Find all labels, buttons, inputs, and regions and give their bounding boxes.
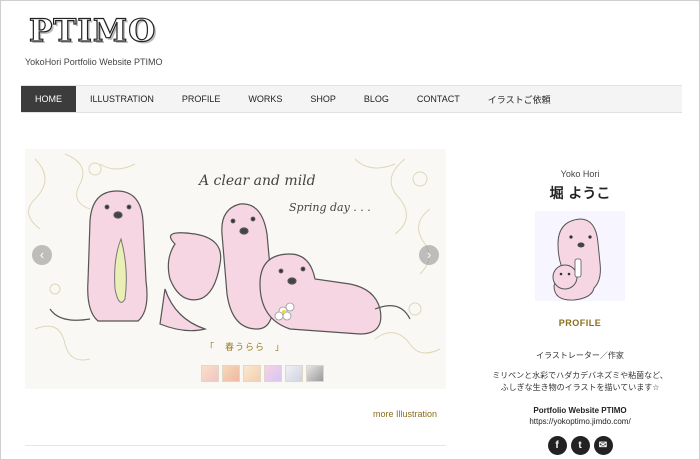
- chevron-left-icon: ‹: [39, 247, 45, 262]
- social-links: f t ✉: [485, 436, 675, 455]
- slide-text-line1: A clear and mild: [199, 173, 316, 189]
- site-url-link[interactable]: https://yokoptimo.jimdo.com/: [485, 417, 675, 426]
- main-nav: HOME ILLUSTRATION PROFILE WORKS SHOP BLO…: [21, 85, 682, 113]
- more-illustration-link[interactable]: more Illustration: [373, 409, 437, 419]
- nav-item-illustration[interactable]: ILLUSTRATION: [76, 86, 168, 112]
- nav-item-contact[interactable]: CONTACT: [403, 86, 474, 112]
- author-description: ミリペンと水彩でハダカデバネズミや粘菌など、 ふしぎな生き物のイラストを描いてい…: [485, 370, 675, 394]
- slider-thumb[interactable]: [222, 365, 240, 382]
- slider-prev-button[interactable]: ‹: [32, 245, 52, 265]
- author-name-jp: 堀 ようこ: [549, 186, 611, 202]
- page: PTIMO YokoHori Portfolio Website PTIMO H…: [0, 0, 700, 460]
- nav-item-blog[interactable]: BLOG: [350, 86, 403, 112]
- nav-item-home[interactable]: HOME: [21, 86, 76, 112]
- avatar: [535, 211, 625, 301]
- facebook-icon[interactable]: f: [547, 436, 567, 455]
- site-title: Portfolio Website PTIMO: [533, 406, 627, 415]
- slider-thumb[interactable]: [243, 365, 261, 382]
- site-tagline: YokoHori Portfolio Website PTIMO: [25, 57, 163, 67]
- mail-icon[interactable]: ✉: [593, 436, 613, 455]
- nav-item-shop[interactable]: SHOP: [296, 86, 350, 112]
- image-slider: A clear and mild Spring day . . . ‹ › 「 …: [25, 149, 446, 389]
- slide-caption: 「 春うらら 」: [205, 343, 286, 353]
- author-role: イラストレーター／作家: [536, 351, 624, 360]
- slider-thumb[interactable]: [306, 365, 324, 382]
- chevron-right-icon: ›: [426, 247, 432, 262]
- nav-item-works[interactable]: WORKS: [234, 86, 296, 112]
- slider-thumb[interactable]: [285, 365, 303, 382]
- author-name-en: Yoko Hori: [560, 169, 600, 179]
- profile-heading: PROFILE: [558, 318, 602, 328]
- twitter-icon[interactable]: t: [570, 436, 590, 455]
- slider-thumb[interactable]: [264, 365, 282, 382]
- slider-next-button[interactable]: ›: [419, 245, 439, 265]
- slider-thumb[interactable]: [201, 365, 219, 382]
- desc-line: ふしぎな生き物のイラストを描いています☆: [500, 383, 660, 392]
- profile-sidebar: Yoko Hori 堀 ようこ PROFILE イラストレーター／作家 ミリペン…: [485, 169, 675, 455]
- site-logo[interactable]: PTIMO: [28, 12, 156, 49]
- nav-item-request[interactable]: イラストご依頼: [474, 86, 565, 112]
- content-divider: [25, 445, 446, 446]
- slider-thumbnails: [201, 365, 324, 382]
- nav-item-profile[interactable]: PROFILE: [168, 86, 235, 112]
- slide-text-line2: Spring day . . .: [289, 201, 371, 214]
- desc-line: ミリペンと水彩でハダカデバネズミや粘菌など、: [492, 371, 668, 380]
